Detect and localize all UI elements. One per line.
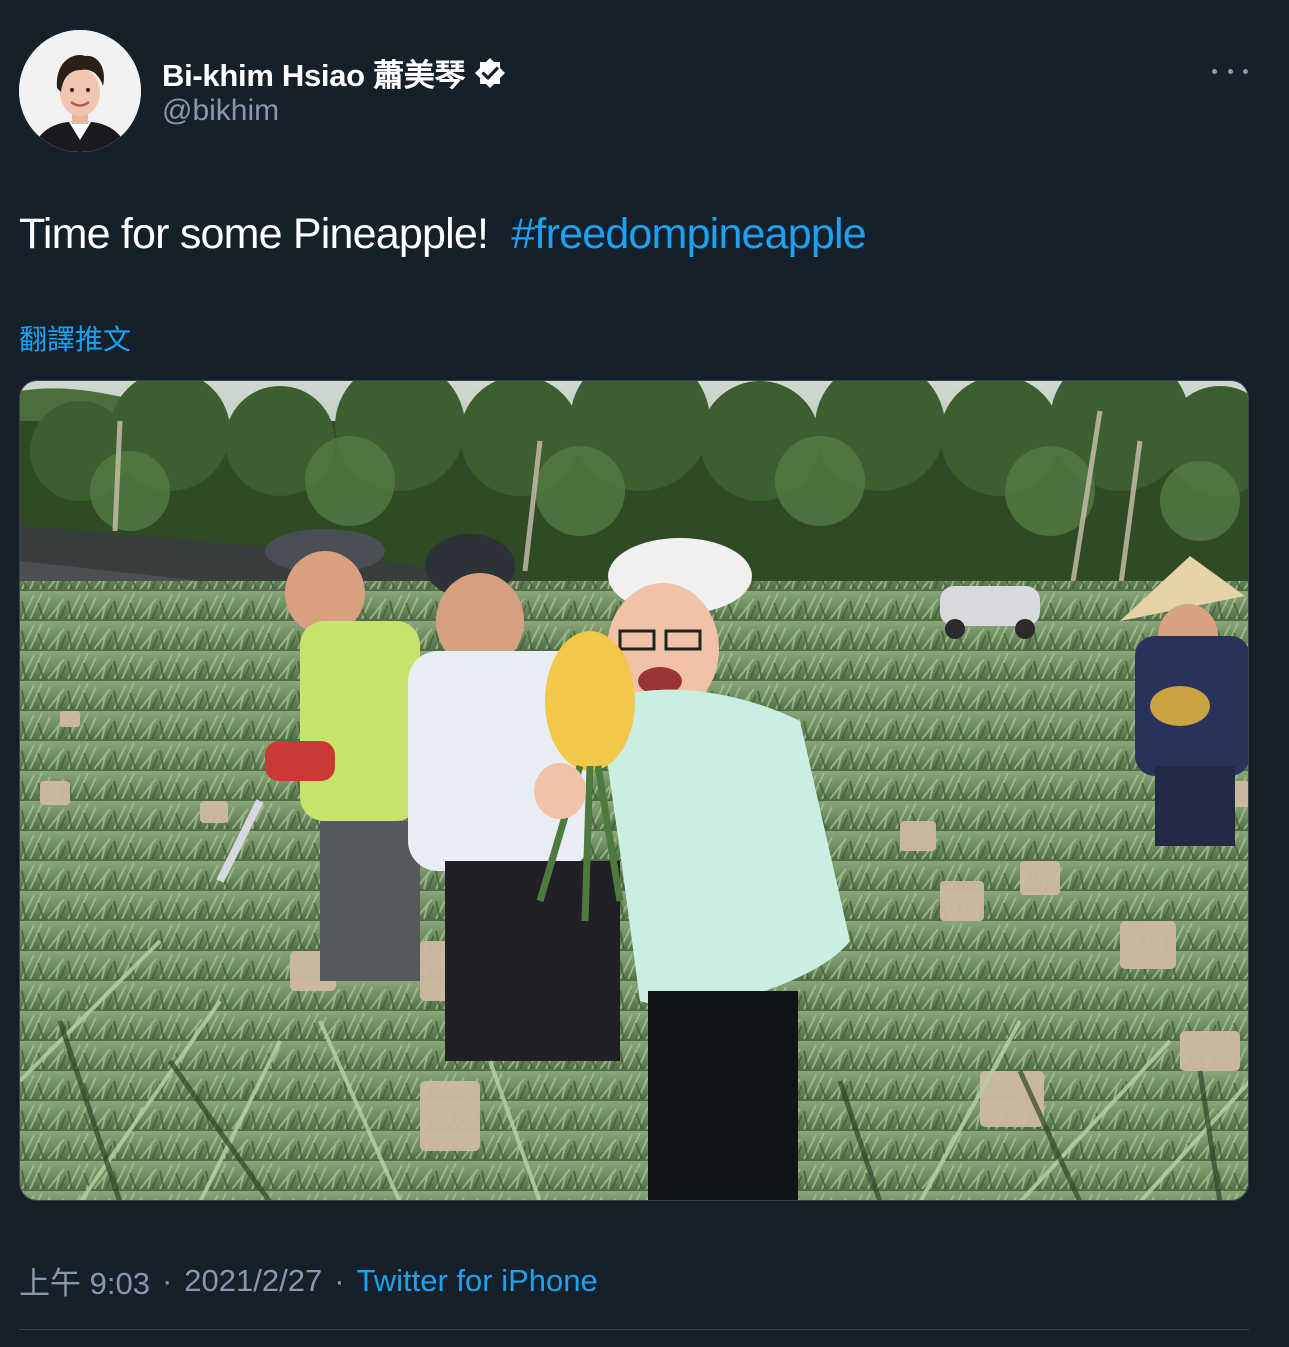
verified-badge-icon bbox=[474, 57, 506, 89]
hashtag-link[interactable]: #freedompineapple bbox=[511, 210, 866, 258]
more-dot bbox=[1243, 68, 1248, 74]
meta-separator: · bbox=[334, 1262, 345, 1298]
avatar-image bbox=[19, 30, 141, 152]
tweet-text: Time for some Pineapple! #freedompineapp… bbox=[19, 210, 867, 259]
avatar[interactable] bbox=[19, 30, 141, 152]
user-handle[interactable]: @bikhim bbox=[162, 94, 279, 128]
display-name-text: Bi-khim Hsiao 蕭美琴 bbox=[162, 58, 466, 93]
divider bbox=[19, 1329, 1249, 1330]
more-options-icon[interactable] bbox=[1212, 60, 1248, 82]
meta-separator: · bbox=[161, 1262, 173, 1298]
tweet-body: Time for some Pineapple! bbox=[19, 210, 489, 258]
tweet-time[interactable]: 上午 9:03 bbox=[19, 1258, 150, 1303]
more-dot bbox=[1227, 68, 1233, 74]
tweet-photo[interactable] bbox=[19, 380, 1249, 1201]
pineapple-field-photo bbox=[20, 381, 1248, 1200]
more-dot bbox=[1212, 68, 1217, 74]
tweet-date[interactable]: 2021/2/27 bbox=[184, 1263, 322, 1299]
display-name[interactable]: Bi-khim Hsiao 蕭美琴 bbox=[162, 50, 506, 95]
tweet-detail: Bi-khim Hsiao 蕭美琴 @bikhim Time for some … bbox=[0, 0, 1289, 1347]
tweet-meta: 上午 9:03 · 2021/2/27 · Twitter for iPhone bbox=[19, 1258, 598, 1303]
translate-tweet-link[interactable]: 翻譯推文 bbox=[19, 318, 131, 358]
tweet-source-link[interactable]: Twitter for iPhone bbox=[357, 1263, 598, 1299]
